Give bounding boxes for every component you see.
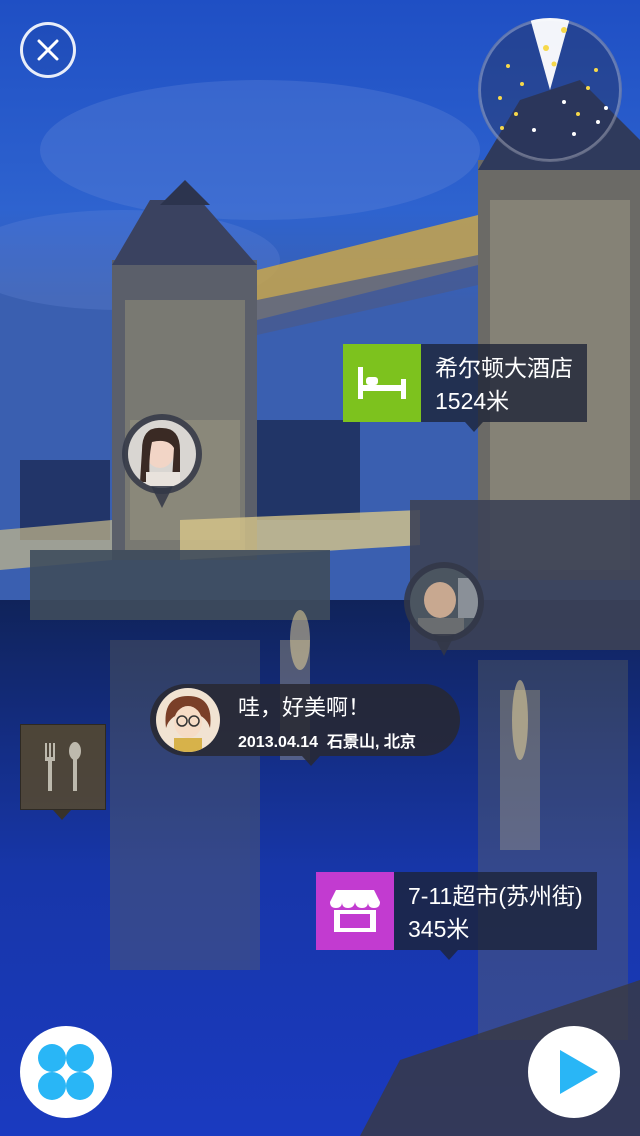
user-avatar-pin[interactable] <box>404 562 484 662</box>
message-meta: 2013.04.14 石景山, 北京 <box>238 728 416 752</box>
poi-hotel-distance: 1524米 <box>435 388 510 414</box>
poi-store-name: 7-11超市(苏州街) <box>408 883 583 909</box>
menu-button[interactable] <box>20 1026 112 1118</box>
message-location: 石景山, 北京 <box>326 734 416 751</box>
user-avatar-pin[interactable] <box>122 414 202 514</box>
avatar <box>410 568 478 636</box>
bed-icon <box>358 367 406 399</box>
poi-hotel-pointer <box>465 422 483 432</box>
poi-store-icon-box <box>316 872 394 950</box>
poi-store-distance: 345米 <box>408 916 470 942</box>
message-pointer <box>302 756 320 766</box>
avatar <box>128 420 196 488</box>
radar-minimap[interactable] <box>478 18 622 162</box>
store-icon <box>330 890 380 932</box>
poi-store-pointer <box>440 950 458 960</box>
play-icon <box>560 1050 598 1094</box>
poi-hotel[interactable]: 希尔顿大酒店 1524米 <box>343 344 587 432</box>
restaurant-pointer <box>53 810 71 820</box>
close-button[interactable] <box>20 22 76 78</box>
camera-background <box>0 0 640 1136</box>
radar-icon <box>479 18 621 161</box>
message-avatar <box>156 688 220 752</box>
four-dots-icon <box>38 1044 94 1100</box>
avatar-pin-tip <box>433 634 455 656</box>
user-message-bubble[interactable]: 哇，好美啊！ 2013.04.14 石景山, 北京 <box>150 684 460 766</box>
restaurant-marker[interactable] <box>20 724 106 820</box>
poi-hotel-name: 希尔顿大酒店 <box>435 355 573 381</box>
avatar-pin-tip <box>151 486 173 508</box>
message-date: 2013.04.14 <box>238 734 319 751</box>
play-button[interactable] <box>528 1026 620 1118</box>
fork-spoon-icon <box>45 742 81 791</box>
close-icon <box>37 39 59 61</box>
message-text: 哇，好美啊！ <box>238 695 371 720</box>
poi-store[interactable]: 7-11超市(苏州街) 345米 <box>316 872 597 960</box>
poi-hotel-icon-box <box>343 344 421 422</box>
